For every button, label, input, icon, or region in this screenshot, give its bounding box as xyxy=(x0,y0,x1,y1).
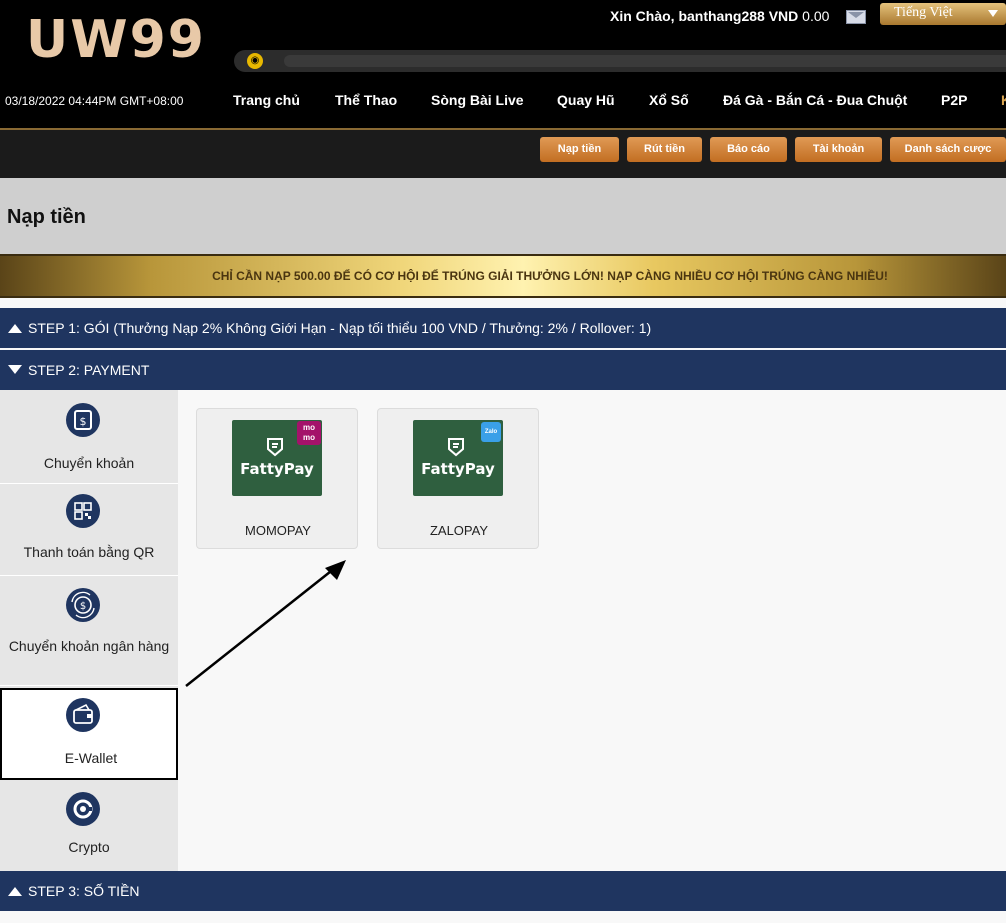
nav-item-more[interactable]: K xyxy=(1001,92,1006,108)
wallet-card-momopay[interactable]: FattyPay mo mo MOMOPAY xyxy=(196,408,358,549)
payment-methods: $ Chuyển khoản Thanh toán bằng QR $ Chuy… xyxy=(0,390,178,872)
deposit-page: Nạp tiền CHỈ CẦN NẠP 500.00 ĐỂ CÓ CƠ HỘI… xyxy=(0,178,1006,923)
balance-currency: VND xyxy=(768,8,799,24)
account-button[interactable]: Tài khoản xyxy=(795,137,882,162)
method-label: Crypto xyxy=(68,839,110,855)
method-label: E-Wallet xyxy=(64,750,118,766)
fattypay-text: FattyPay xyxy=(240,460,314,478)
nav-item-live-casino[interactable]: Sòng Bài Live xyxy=(431,92,524,108)
method-label: Thanh toán bằng QR xyxy=(23,544,155,560)
bank-exchange-icon: $ xyxy=(66,588,100,622)
page-title-bar: Nạp tiền xyxy=(0,178,1006,254)
fattypay-logo: FattyPay mo mo xyxy=(232,420,322,496)
site-header: UW99 Xin Chào, banthang288 VND 0.00 Tiến… xyxy=(0,0,1006,130)
zalo-badge: Zalo xyxy=(481,422,501,442)
svg-text:$: $ xyxy=(80,601,86,612)
fattypay-shield-icon xyxy=(267,438,283,457)
qr-code-icon xyxy=(66,494,100,528)
server-datetime: 03/18/2022 04:44PM GMT+08:00 xyxy=(5,94,184,108)
balance-amount: 0.00 xyxy=(802,8,830,24)
site-logo[interactable]: UW99 xyxy=(26,10,206,70)
promo-banner: CHỈ CẦN NẠP 500.00 ĐỂ CÓ CƠ HỘI ĐỂ TRÚNG… xyxy=(0,254,1006,298)
bet-list-button[interactable]: Danh sách cược xyxy=(890,137,1006,162)
method-e-wallet[interactable]: E-Wallet xyxy=(0,688,178,780)
step-3-label: STEP 3: SỐ TIỀN xyxy=(28,883,140,899)
nav-item-sports[interactable]: Thể Thao xyxy=(335,92,397,108)
step-2-label: STEP 2: PAYMENT xyxy=(28,362,150,378)
greeting-text: Xin Chào, banthang288 xyxy=(610,8,765,24)
collapse-icon xyxy=(8,887,22,896)
user-greeting: Xin Chào, banthang288 VND 0.00 xyxy=(610,8,829,24)
mail-icon[interactable] xyxy=(846,10,866,24)
nav-item-p2p[interactable]: P2P xyxy=(941,92,967,108)
speaker-icon[interactable]: ◉ xyxy=(247,53,263,69)
fattypay-logo: FattyPay Zalo xyxy=(413,420,503,496)
wallet-card-zalopay[interactable]: FattyPay Zalo ZALOPAY xyxy=(377,408,539,549)
nav-item-slots[interactable]: Quay Hũ xyxy=(557,92,615,108)
method-label: Chuyển khoản ngân hàng xyxy=(8,638,170,654)
step-2-bar[interactable]: STEP 2: PAYMENT xyxy=(0,350,1006,390)
deposit-button[interactable]: Nạp tiền xyxy=(540,137,619,162)
collapse-icon xyxy=(8,324,22,333)
method-label: Chuyển khoản xyxy=(43,455,135,471)
method-qr[interactable]: Thanh toán bằng QR xyxy=(0,484,178,576)
bank-transfer-icon: $ xyxy=(66,403,100,437)
chevron-down-icon xyxy=(988,10,998,17)
page-title: Nạp tiền xyxy=(7,206,86,228)
wallet-name: MOMOPAY xyxy=(245,523,311,538)
method-bank-transfer[interactable]: $ Chuyển khoản xyxy=(0,390,178,484)
promo-text: CHỈ CẦN NẠP 500.00 ĐỂ CÓ CƠ HỘI ĐỂ TRÚNG… xyxy=(212,269,888,283)
report-button[interactable]: Báo cáo xyxy=(710,137,787,162)
annotation-arrow xyxy=(185,560,346,687)
step-3-bar[interactable]: STEP 3: SỐ TIỀN xyxy=(0,871,1006,911)
fattypay-text: FattyPay xyxy=(421,460,495,478)
account-subnav: Nạp tiền Rút tiền Báo cáo Tài khoản Danh… xyxy=(0,130,1006,178)
momo-badge: mo mo xyxy=(297,421,321,445)
fattypay-shield-icon xyxy=(448,438,464,457)
expand-icon xyxy=(8,365,22,374)
step-1-bar[interactable]: STEP 1: GÓI (Thưởng Nạp 2% Không Giới Hạ… xyxy=(0,308,1006,348)
crypto-icon xyxy=(66,792,100,826)
withdraw-button[interactable]: Rút tiền xyxy=(627,137,702,162)
nav-item-lottery[interactable]: Xổ Số xyxy=(649,92,689,108)
language-select[interactable]: Tiếng Việt xyxy=(880,3,1006,25)
nav-item-home[interactable]: Trang chủ xyxy=(233,92,300,108)
method-crypto[interactable]: Crypto xyxy=(0,782,178,872)
language-label: Tiếng Việt xyxy=(894,5,953,20)
wallet-icon xyxy=(66,698,100,732)
wallet-name: ZALOPAY xyxy=(429,523,489,538)
method-bank-exchange[interactable]: $ Chuyển khoản ngân hàng xyxy=(0,576,178,686)
nav-item-games[interactable]: Đá Gà - Bắn Cá - Đua Chuột xyxy=(723,92,907,108)
audio-track[interactable] xyxy=(284,55,1006,67)
svg-text:$: $ xyxy=(80,415,87,428)
step-1-label: STEP 1: GÓI (Thưởng Nạp 2% Không Giới Hạ… xyxy=(28,320,652,336)
